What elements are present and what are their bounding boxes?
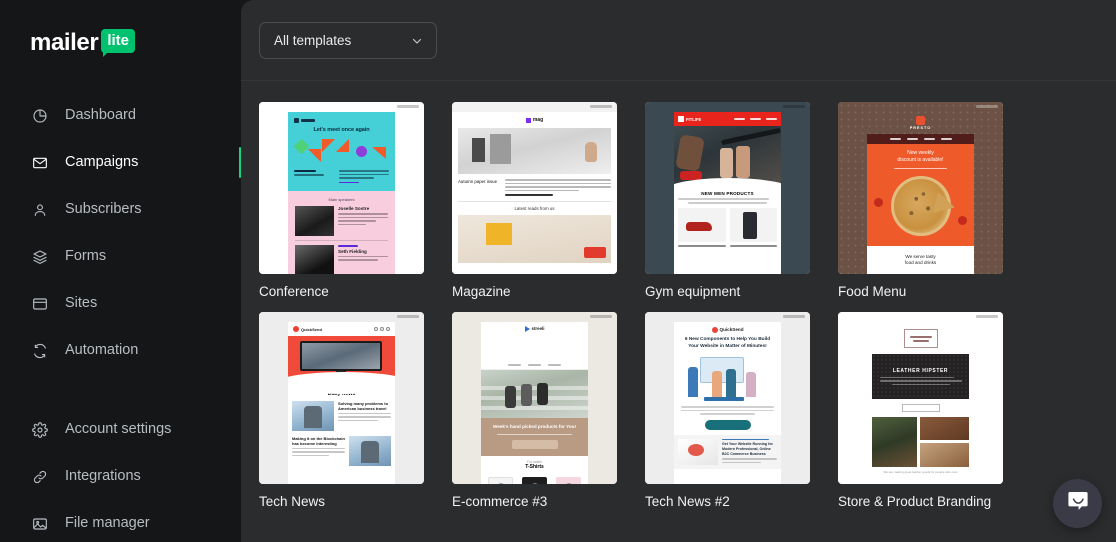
template-thumbnail: Let's meet once again Main speakers Jose…: [259, 102, 424, 274]
link-icon: [31, 468, 48, 485]
template-title: Tech News #2: [645, 494, 730, 509]
template-filter-value: All templates: [274, 32, 352, 48]
browser-icon: [31, 295, 48, 312]
template-card[interactable]: FITLIFE NEW MEN PRODUCTS Gym equipment: [645, 102, 810, 300]
template-card[interactable]: mag Autumn paper issue Latest reads from…: [452, 102, 617, 300]
sidebar-item-file-manager[interactable]: File manager: [0, 500, 241, 542]
template-card[interactable]: Let's meet once again Main speakers Jose…: [259, 102, 424, 300]
sidebar-item-account-settings[interactable]: Account settings: [0, 406, 241, 453]
chevron-down-icon: [411, 34, 423, 46]
sidebar-item-label: Sites: [65, 295, 98, 311]
chat-bubble-icon: [1066, 489, 1090, 518]
pie-chart-icon: [31, 107, 48, 124]
template-thumbnail: streeli Week's hand picked products for …: [452, 312, 617, 484]
brand-logo-word: mailer: [30, 29, 99, 56]
sidebar-item-label: Forms: [65, 248, 107, 264]
app-root: mailer lite Dashboard Campaigns Subscrib…: [0, 0, 1116, 542]
sidebar-nav-group-main: Dashboard Campaigns Subscribers Forms Si…: [0, 92, 241, 374]
template-card[interactable]: QuickSend Tech news Daily news: [259, 312, 424, 510]
gear-icon: [31, 421, 48, 438]
chat-widget-button[interactable]: [1053, 479, 1102, 528]
sidebar-item-forms[interactable]: Forms: [0, 233, 241, 280]
template-title: Food Menu: [838, 284, 907, 299]
main-content: All templates Let's meet once again Main…: [241, 0, 1116, 542]
sidebar-item-campaigns[interactable]: Campaigns: [0, 139, 241, 186]
templates-scroll-area: Let's meet once again Main speakers Jose…: [241, 81, 1116, 510]
template-filter-select[interactable]: All templates: [259, 21, 437, 59]
sidebar-item-label: Dashboard: [65, 107, 136, 123]
template-card[interactable]: PRESTO New weeklydiscount is available!: [838, 102, 1003, 300]
image-icon: [31, 515, 48, 532]
template-card[interactable]: streeli Week's hand picked products for …: [452, 312, 617, 510]
sidebar-item-label: File manager: [65, 515, 150, 531]
template-card[interactable]: QuickSend 6 New Components to Help You B…: [645, 312, 810, 510]
template-title: Store & Product Branding: [838, 494, 992, 509]
sidebar-item-label: Subscribers: [65, 201, 142, 217]
layers-icon: [31, 248, 48, 265]
template-card[interactable]: LEATHER HIPSTER We are making great leat…: [838, 312, 1003, 510]
sidebar-group-divider: [0, 374, 241, 406]
template-thumbnail: mag Autumn paper issue Latest reads from…: [452, 102, 617, 274]
template-thumbnail: QuickSend Tech news Daily news: [259, 312, 424, 484]
sidebar-nav: Dashboard Campaigns Subscribers Forms Si…: [0, 92, 241, 542]
envelope-icon: [31, 154, 48, 171]
sidebar-item-dashboard[interactable]: Dashboard: [0, 92, 241, 139]
sidebar-item-label: Account settings: [65, 421, 172, 437]
sidebar-item-label: Campaigns: [65, 154, 139, 170]
template-thumbnail: FITLIFE NEW MEN PRODUCTS: [645, 102, 810, 274]
templates-grid: Let's meet once again Main speakers Jose…: [259, 102, 1098, 510]
sidebar-item-subscribers[interactable]: Subscribers: [0, 186, 241, 233]
sidebar-item-label: Automation: [65, 342, 139, 358]
user-icon: [31, 201, 48, 218]
template-title: Gym equipment: [645, 284, 741, 299]
template-thumbnail: PRESTO New weeklydiscount is available!: [838, 102, 1003, 274]
refresh-icon: [31, 342, 48, 359]
sidebar-item-integrations[interactable]: Integrations: [0, 453, 241, 500]
template-thumbnail: QuickSend 6 New Components to Help You B…: [645, 312, 810, 484]
filter-bar: All templates: [241, 0, 1116, 81]
template-title: Conference: [259, 284, 329, 299]
sidebar: mailer lite Dashboard Campaigns Subscrib…: [0, 0, 241, 542]
template-title: E-commerce #3: [452, 494, 548, 509]
sidebar-item-automation[interactable]: Automation: [0, 327, 241, 374]
sidebar-nav-group-secondary: Account settings Integrations File manag…: [0, 406, 241, 542]
brand-logo-badge: lite: [101, 29, 135, 57]
template-title: Magazine: [452, 284, 511, 299]
template-title: Tech News: [259, 494, 326, 509]
sidebar-item-sites[interactable]: Sites: [0, 280, 241, 327]
sidebar-item-label: Integrations: [65, 468, 141, 484]
template-thumbnail: LEATHER HIPSTER We are making great leat…: [838, 312, 1003, 484]
brand-logo[interactable]: mailer lite: [0, 0, 241, 66]
